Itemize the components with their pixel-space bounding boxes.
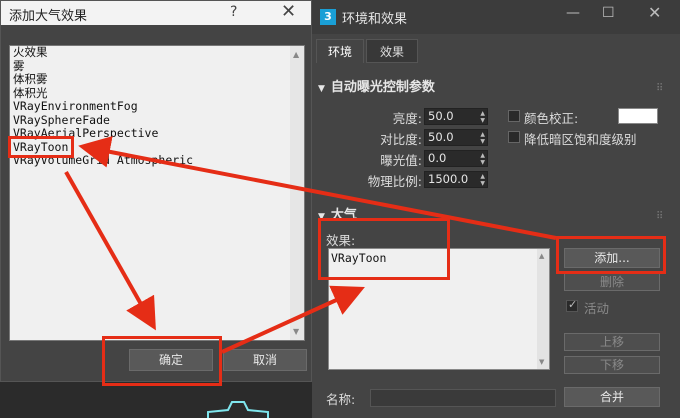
exposure-label: 曝光值: — [380, 153, 422, 168]
rollout-title: 自动曝光控制参数 — [330, 80, 435, 95]
tab-environment[interactable]: 环境 — [316, 39, 364, 63]
collapse-arrow-icon: ▼ — [318, 84, 325, 94]
scroll-down-icon[interactable]: ▼ — [293, 327, 299, 336]
drag-grip-icon[interactable]: ⠿ — [656, 211, 663, 222]
add-atmospheric-effect-dialog: 添加大气效果 ? ✕ 火效果 雾 体积雾 体积光 VRayEnvironment… — [0, 0, 312, 382]
physical-scale-spinner[interactable]: 1500.0 ▲ ▼ — [424, 171, 488, 188]
name-field[interactable] — [370, 389, 556, 407]
name-label: 名称: — [326, 392, 356, 407]
cancel-button[interactable]: 取消 — [223, 349, 307, 371]
merge-button[interactable]: 合并 — [564, 387, 660, 407]
highlight-vraytoon-source — [8, 136, 74, 158]
spinner-arrows-icon: ▲ ▼ — [480, 173, 485, 187]
scroll-down-icon: ▼ — [539, 358, 545, 366]
active-label: 活动 — [584, 301, 610, 316]
delete-button[interactable]: 删除 — [564, 273, 660, 291]
dialog-title: 添加大气效果 — [9, 9, 88, 24]
list-item[interactable]: 火效果 — [13, 45, 193, 60]
move-down-button[interactable]: 下移 — [564, 356, 660, 374]
help-icon[interactable]: ? — [230, 4, 237, 20]
tab-effects[interactable]: 效果 — [366, 39, 418, 63]
list-item[interactable]: 雾 — [13, 59, 193, 74]
drag-grip-icon[interactable]: ⠿ — [656, 83, 663, 94]
app-logo-icon: 3 — [320, 9, 336, 25]
desaturate-checkbox[interactable] — [508, 131, 520, 143]
spinner-arrows-icon: ▲ ▼ — [480, 152, 485, 166]
active-checkbox[interactable] — [566, 298, 578, 312]
exposure-spinner[interactable]: 0.0 ▲ ▼ — [424, 150, 488, 167]
close-icon[interactable]: ✕ — [648, 3, 661, 22]
effect-list[interactable]: 火效果 雾 体积雾 体积光 VRayEnvironmentFog VRaySph… — [9, 45, 305, 341]
brightness-spinner[interactable]: 50.0 ▲ ▼ — [424, 108, 488, 125]
scroll-up-icon: ▲ — [539, 252, 545, 260]
viewport-object-fragment — [207, 401, 269, 418]
spinner-arrows-icon: ▲ ▼ — [480, 110, 485, 124]
window-title: 环境和效果 — [342, 12, 408, 27]
color-correction-label: 颜色校正: — [524, 111, 579, 126]
desaturate-label: 降低暗区饱和度级别 — [524, 132, 637, 147]
spinner-arrows-icon: ▲ ▼ — [480, 131, 485, 145]
list-item[interactable]: 体积光 — [13, 86, 193, 101]
color-correction-checkbox[interactable] — [508, 110, 520, 122]
environment-and-effects-window: 3 环境和效果 — ☐ ✕ 环境 效果 ▼ 自动曝光控制参数 ⠿ 亮度: 50.0… — [312, 0, 680, 418]
contrast-label: 对比度: — [380, 132, 422, 147]
dialog-titlebar[interactable]: 添加大气效果 ? ✕ — [1, 1, 311, 25]
highlight-add-button — [556, 236, 666, 274]
minimize-icon[interactable]: — — [566, 5, 580, 21]
list-scrollbar[interactable]: ▲ ▼ — [290, 46, 304, 340]
list-item[interactable]: 体积雾 — [13, 72, 193, 87]
maximize-icon[interactable]: ☐ — [602, 5, 615, 21]
list-item[interactable]: VRayEnvironmentFog — [13, 99, 193, 114]
color-swatch[interactable] — [618, 108, 658, 124]
scroll-up-icon[interactable]: ▲ — [293, 50, 299, 59]
close-icon[interactable]: ✕ — [281, 1, 296, 22]
brightness-label: 亮度: — [392, 111, 422, 126]
list-item[interactable]: VRaySphereFade — [13, 113, 193, 128]
window-titlebar[interactable]: 3 环境和效果 — ☐ ✕ — [312, 0, 680, 34]
physical-scale-label: 物理比例: — [367, 174, 422, 189]
exposure-rollout-header[interactable]: ▼ 自动曝光控制参数 — [318, 78, 435, 98]
highlight-effects-list — [318, 218, 450, 280]
highlight-ok-button — [102, 336, 222, 386]
list-scrollbar[interactable]: ▲ ▼ — [537, 249, 549, 369]
move-up-button[interactable]: 上移 — [564, 333, 660, 351]
contrast-spinner[interactable]: 50.0 ▲ ▼ — [424, 129, 488, 146]
